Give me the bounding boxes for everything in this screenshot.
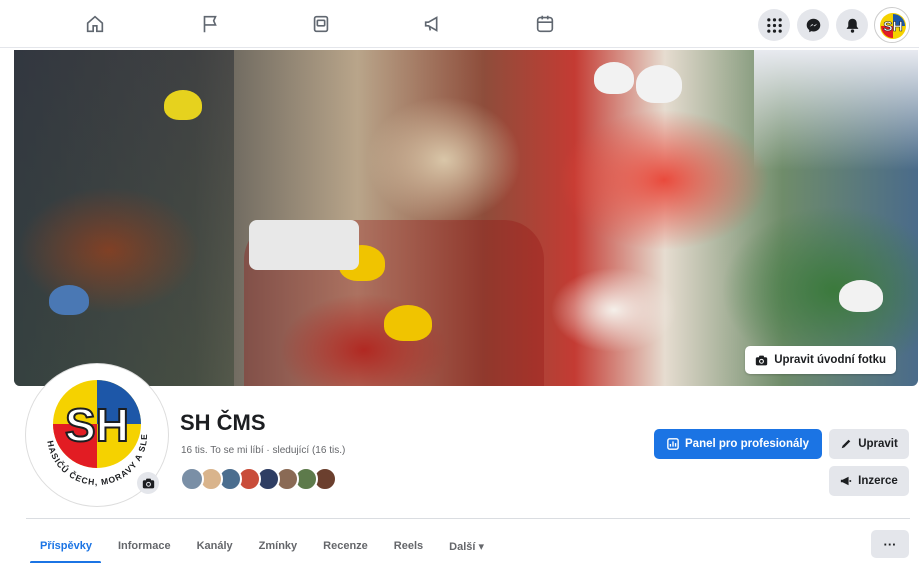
helmet-shape bbox=[49, 285, 89, 315]
gaming-icon[interactable] bbox=[306, 10, 336, 38]
tab-about[interactable]: Informace bbox=[105, 528, 184, 563]
fire-truck-shape bbox=[249, 220, 359, 270]
menu-grid-icon[interactable] bbox=[758, 9, 790, 41]
page-tabs: Příspěvky Informace Kanály Zmínky Recenz… bbox=[26, 528, 497, 563]
dashboard-icon bbox=[667, 438, 679, 450]
cover-collage-sky bbox=[754, 50, 918, 170]
megaphone-icon bbox=[841, 476, 852, 486]
more-options-button[interactable]: ··· bbox=[871, 530, 909, 558]
advertise-label: Inzerce bbox=[858, 475, 898, 487]
camera-icon bbox=[142, 478, 154, 488]
calendar-icon[interactable] bbox=[530, 10, 560, 38]
cover-photo: Upravit úvodní fotku bbox=[14, 50, 918, 386]
account-avatar[interactable]: SH bbox=[874, 7, 910, 43]
megaphone-icon[interactable] bbox=[418, 10, 448, 38]
svg-text:SH: SH bbox=[65, 399, 129, 451]
flag-icon[interactable] bbox=[195, 10, 225, 38]
advertise-button[interactable]: Inzerce bbox=[829, 466, 909, 496]
tab-reviews[interactable]: Recenze bbox=[310, 528, 381, 563]
camera-icon bbox=[756, 355, 768, 365]
helmet-shape bbox=[839, 280, 883, 312]
helmet-shape bbox=[384, 305, 432, 341]
tab-channels[interactable]: Kanály bbox=[184, 528, 246, 563]
friends-avatars-row[interactable] bbox=[180, 467, 337, 493]
top-navigation-bar: SH bbox=[0, 0, 919, 48]
professional-dashboard-button[interactable]: Panel pro profesionály bbox=[654, 429, 822, 459]
pencil-icon bbox=[841, 439, 851, 449]
edit-cover-label: Upravit úvodní fotku bbox=[774, 354, 886, 366]
helmet-shape bbox=[594, 62, 634, 94]
bell-icon[interactable] bbox=[836, 9, 868, 41]
edit-page-label: Upravit bbox=[858, 438, 898, 450]
svg-text:SH: SH bbox=[883, 18, 902, 34]
friend-avatar[interactable] bbox=[180, 467, 204, 491]
change-profile-picture-button[interactable] bbox=[137, 472, 159, 494]
tab-mentions[interactable]: Zmínky bbox=[246, 528, 311, 563]
tab-posts[interactable]: Příspěvky bbox=[26, 528, 105, 563]
edit-page-button[interactable]: Upravit bbox=[829, 429, 909, 459]
messenger-icon[interactable] bbox=[797, 9, 829, 41]
professional-dashboard-label: Panel pro profesionály bbox=[685, 438, 809, 450]
helmet-shape bbox=[164, 90, 202, 120]
page-title: SH ČMS bbox=[180, 410, 266, 435]
home-icon[interactable] bbox=[80, 10, 110, 38]
section-divider bbox=[26, 518, 910, 519]
tab-more[interactable]: Další ▾ bbox=[436, 528, 497, 563]
edit-cover-photo-button[interactable]: Upravit úvodní fotku bbox=[745, 346, 896, 374]
tab-reels[interactable]: Reels bbox=[381, 528, 436, 563]
likes-followers-count[interactable]: 16 tis. To se mi líbí · sledující (16 ti… bbox=[181, 445, 345, 456]
helmet-shape bbox=[636, 65, 682, 103]
